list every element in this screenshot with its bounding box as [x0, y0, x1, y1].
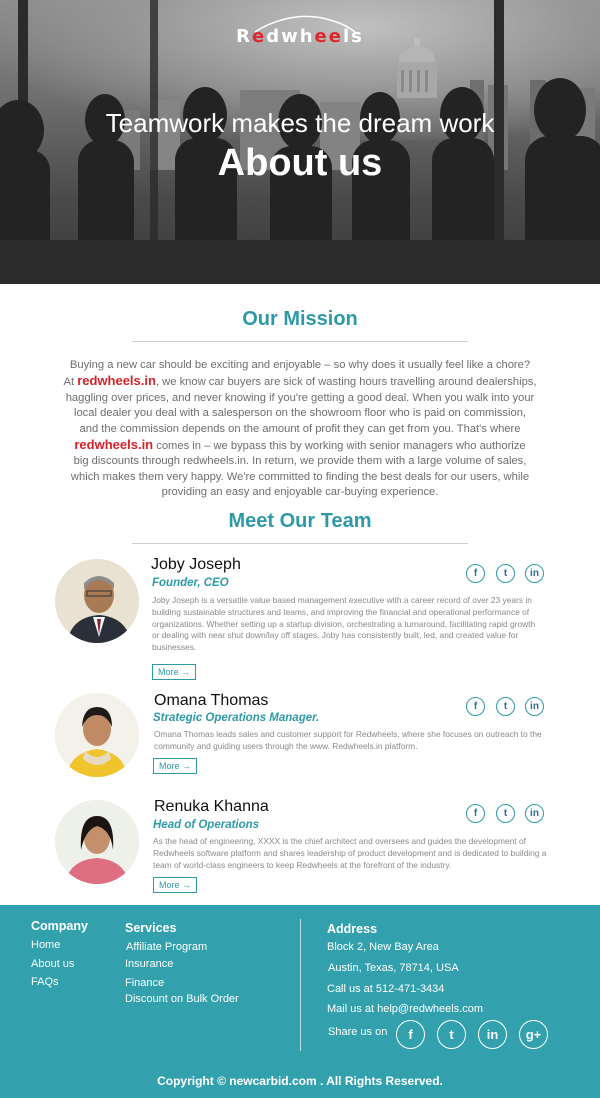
member-bio: Joby Joseph is a versatile value based m…	[152, 595, 536, 653]
member-name: Renuka Khanna	[154, 798, 269, 815]
twitter-icon[interactable]: t	[496, 564, 515, 583]
footer-link-finance[interactable]: Finance	[125, 977, 164, 989]
footer-link-bulk-discount[interactable]: Discount on Bulk Order	[125, 993, 239, 1005]
member-role: Strategic Operations Manager.	[153, 712, 320, 724]
footer-company-title: Company	[31, 919, 88, 933]
linkedin-icon[interactable]: in	[525, 804, 544, 823]
more-button[interactable]: More →	[153, 877, 198, 893]
hero-tagline: Teamwork makes the dream work	[105, 108, 495, 138]
facebook-icon[interactable]: f	[396, 1020, 425, 1049]
footer-link-about[interactable]: About us	[31, 958, 74, 970]
footer-link-insurance[interactable]: Insurance	[125, 958, 173, 970]
facebook-icon[interactable]: f	[466, 564, 485, 583]
team-member-card: Renuka Khanna Head of Operations f t in …	[0, 797, 600, 901]
avatar	[55, 800, 139, 884]
avatar	[55, 559, 139, 643]
redwheels-logo[interactable]: Redwheels	[0, 26, 600, 47]
address-line: Block 2, New Bay Area	[327, 941, 439, 953]
footer-divider	[300, 919, 301, 1051]
googleplus-icon[interactable]: g+	[519, 1020, 548, 1049]
mission-title: Our Mission	[242, 308, 358, 330]
hero-banner: Redwheels Teamwork makes the dream work …	[0, 0, 600, 284]
member-bio: Omana Thomas leads sales and customer su…	[154, 729, 542, 751]
twitter-icon[interactable]: t	[437, 1020, 466, 1049]
member-role: Founder, CEO	[152, 577, 229, 589]
share-label: Share us on	[328, 1026, 388, 1038]
linkedin-icon[interactable]: in	[525, 697, 544, 716]
team-member-card: Omana Thomas Strategic Operations Manage…	[0, 690, 600, 790]
divider	[132, 543, 468, 544]
more-button[interactable]: More →	[152, 664, 197, 680]
team-member-card: Joby Joseph Founder, CEO f t in Joby Jos…	[0, 556, 600, 686]
footer: Company Home About us FAQs Services Affi…	[0, 905, 600, 1098]
facebook-icon[interactable]: f	[466, 804, 485, 823]
member-name: Joby Joseph	[151, 556, 241, 573]
footer-link-home[interactable]: Home	[31, 939, 60, 951]
twitter-icon[interactable]: t	[496, 804, 515, 823]
phone-text[interactable]: Call us at 512-471-3434	[327, 983, 444, 995]
footer-services-title: Services	[125, 921, 177, 935]
brand-link[interactable]: redwheels.in	[77, 373, 156, 388]
linkedin-icon[interactable]: in	[525, 564, 544, 583]
member-name: Omana Thomas	[154, 692, 269, 709]
brand-link[interactable]: redwheels.in	[74, 437, 153, 452]
footer-link-faqs[interactable]: FAQs	[31, 976, 59, 988]
twitter-icon[interactable]: t	[496, 697, 515, 716]
page-title: About us	[217, 142, 383, 184]
mission-section: Our Mission Buying a new car should be e…	[0, 284, 600, 501]
team-section-header: Meet Our Team	[0, 510, 600, 544]
linkedin-icon[interactable]: in	[478, 1020, 507, 1049]
footer-address-title: Address	[327, 922, 378, 936]
divider	[132, 341, 468, 342]
member-bio: As the head of engineering, XXXX is the …	[153, 836, 547, 870]
avatar	[55, 693, 139, 777]
more-button[interactable]: More →	[153, 758, 198, 774]
member-role: Head of Operations	[153, 819, 260, 831]
email-text[interactable]: Mail us at help@redwheels.com	[327, 1003, 483, 1015]
mission-text: Buying a new car should be exciting and …	[63, 359, 537, 499]
copyright-text: Copyright © newcarbid.com . All Rights R…	[157, 1074, 443, 1088]
footer-link-affiliate[interactable]: Affiliate Program	[126, 941, 207, 953]
address-city: Austin, Texas, 78714, USA	[328, 962, 459, 974]
team-title: Meet Our Team	[228, 510, 372, 532]
facebook-icon[interactable]: f	[466, 697, 485, 716]
